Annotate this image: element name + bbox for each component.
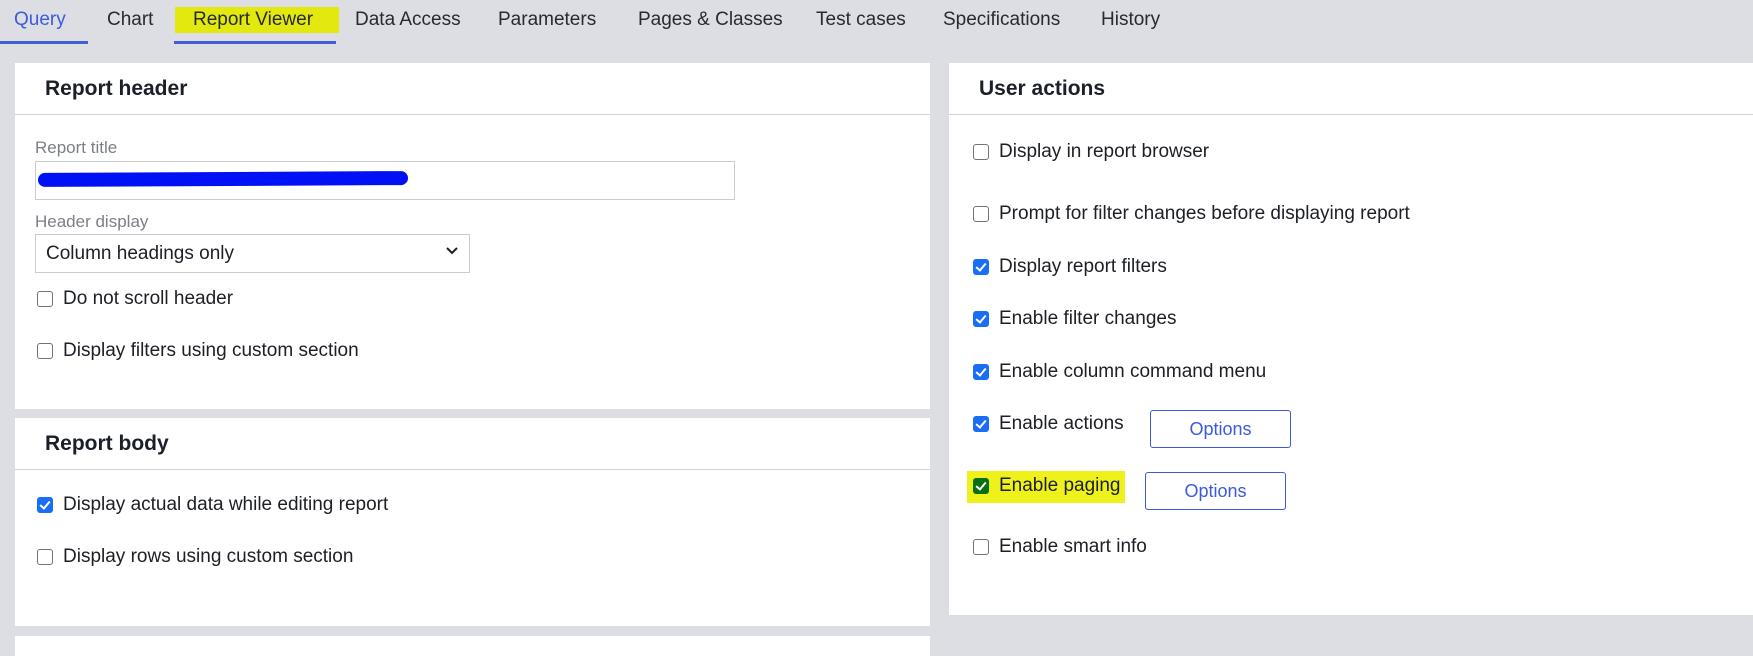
checkbox-label: Prompt for filter changes before display… bbox=[999, 203, 1410, 224]
enable-smart-info-checkbox[interactable]: Enable smart info bbox=[973, 536, 1147, 558]
report-body-panel: Report body Display actual data while ed… bbox=[15, 418, 930, 626]
checkbox-checked-icon[interactable] bbox=[973, 364, 989, 380]
checkbox-label: Do not scroll header bbox=[63, 288, 234, 309]
enable-actions-checkbox[interactable]: Enable actions bbox=[973, 413, 1124, 435]
checkbox-icon[interactable] bbox=[973, 206, 989, 222]
checkbox-checked-icon[interactable] bbox=[973, 478, 989, 494]
checkbox-icon[interactable] bbox=[37, 343, 53, 359]
checkbox-icon[interactable] bbox=[37, 549, 53, 565]
checkbox-checked-icon[interactable] bbox=[973, 259, 989, 275]
display-filters-custom-section-checkbox[interactable]: Display filters using custom section bbox=[37, 340, 359, 362]
display-report-filters-checkbox[interactable]: Display report filters bbox=[973, 256, 1167, 278]
display-rows-custom-section-checkbox[interactable]: Display rows using custom section bbox=[37, 546, 353, 568]
tab-test-cases[interactable]: Test cases bbox=[816, 9, 906, 43]
tab-history[interactable]: History bbox=[1101, 9, 1160, 43]
report-header-panel: Report header Report title Header displa… bbox=[15, 63, 930, 409]
report-header-title: Report header bbox=[15, 63, 930, 115]
tab-specifications[interactable]: Specifications bbox=[943, 9, 1060, 43]
header-display-value: Column headings only bbox=[46, 242, 235, 264]
checkbox-icon[interactable] bbox=[973, 539, 989, 555]
enable-filter-changes-checkbox[interactable]: Enable filter changes bbox=[973, 308, 1176, 330]
checkbox-checked-icon[interactable] bbox=[973, 311, 989, 327]
checkbox-label: Enable column command menu bbox=[999, 361, 1267, 382]
checkbox-label: Enable filter changes bbox=[999, 308, 1177, 329]
report-title-label: Report title bbox=[35, 138, 118, 157]
checkbox-label: Display actual data while editing report bbox=[63, 494, 389, 515]
tab-chart[interactable]: Chart bbox=[107, 9, 153, 43]
tab-bar: Query Chart Report Viewer Data Access Pa… bbox=[0, 0, 1753, 46]
enable-column-command-menu-checkbox[interactable]: Enable column command menu bbox=[973, 361, 1266, 383]
tab-report-viewer-label: Report Viewer bbox=[175, 7, 340, 33]
next-panel-partial bbox=[15, 636, 930, 656]
report-body-title: Report body bbox=[15, 418, 930, 470]
user-actions-panel: User actions Display in report browser P… bbox=[949, 63, 1753, 615]
checkbox-label: Display report filters bbox=[999, 256, 1167, 277]
prompt-filter-changes-checkbox[interactable]: Prompt for filter changes before display… bbox=[973, 203, 1410, 225]
user-actions-title: User actions bbox=[949, 63, 1753, 115]
checkbox-icon[interactable] bbox=[37, 291, 53, 307]
tab-report-viewer-underline bbox=[174, 41, 336, 44]
header-display-label: Header display bbox=[35, 212, 149, 231]
highlight-mark: Enable paging bbox=[967, 471, 1125, 503]
tab-parameters[interactable]: Parameters bbox=[498, 9, 596, 43]
checkbox-label: Display rows using custom section bbox=[63, 546, 354, 567]
checkbox-checked-icon[interactable] bbox=[973, 416, 989, 432]
display-actual-data-checkbox[interactable]: Display actual data while editing report bbox=[37, 494, 388, 516]
checkbox-label: Enable paging bbox=[999, 475, 1121, 496]
tab-query[interactable]: Query bbox=[14, 9, 66, 43]
checkbox-icon[interactable] bbox=[973, 144, 989, 160]
do-not-scroll-header-checkbox[interactable]: Do not scroll header bbox=[37, 288, 233, 310]
display-in-report-browser-checkbox[interactable]: Display in report browser bbox=[973, 141, 1209, 163]
report-title-input[interactable] bbox=[35, 161, 735, 200]
actions-options-button[interactable]: Options bbox=[1150, 410, 1291, 448]
redaction-mark bbox=[37, 171, 409, 187]
paging-options-button[interactable]: Options bbox=[1145, 472, 1286, 510]
checkbox-label: Enable smart info bbox=[999, 536, 1147, 557]
tab-query-underline bbox=[0, 41, 88, 44]
checkbox-checked-icon[interactable] bbox=[37, 497, 53, 513]
tab-data-access[interactable]: Data Access bbox=[355, 9, 461, 43]
enable-paging-checkbox[interactable]: Enable paging bbox=[967, 471, 1125, 503]
header-display-select[interactable]: Column headings only bbox=[35, 234, 470, 273]
checkbox-label: Enable actions bbox=[999, 413, 1124, 434]
tab-report-viewer[interactable]: Report Viewer bbox=[175, 7, 340, 43]
tab-pages-classes[interactable]: Pages & Classes bbox=[638, 9, 783, 43]
chevron-down-icon bbox=[446, 247, 458, 255]
checkbox-label: Display filters using custom section bbox=[63, 340, 359, 361]
checkbox-label: Display in report browser bbox=[999, 141, 1210, 162]
